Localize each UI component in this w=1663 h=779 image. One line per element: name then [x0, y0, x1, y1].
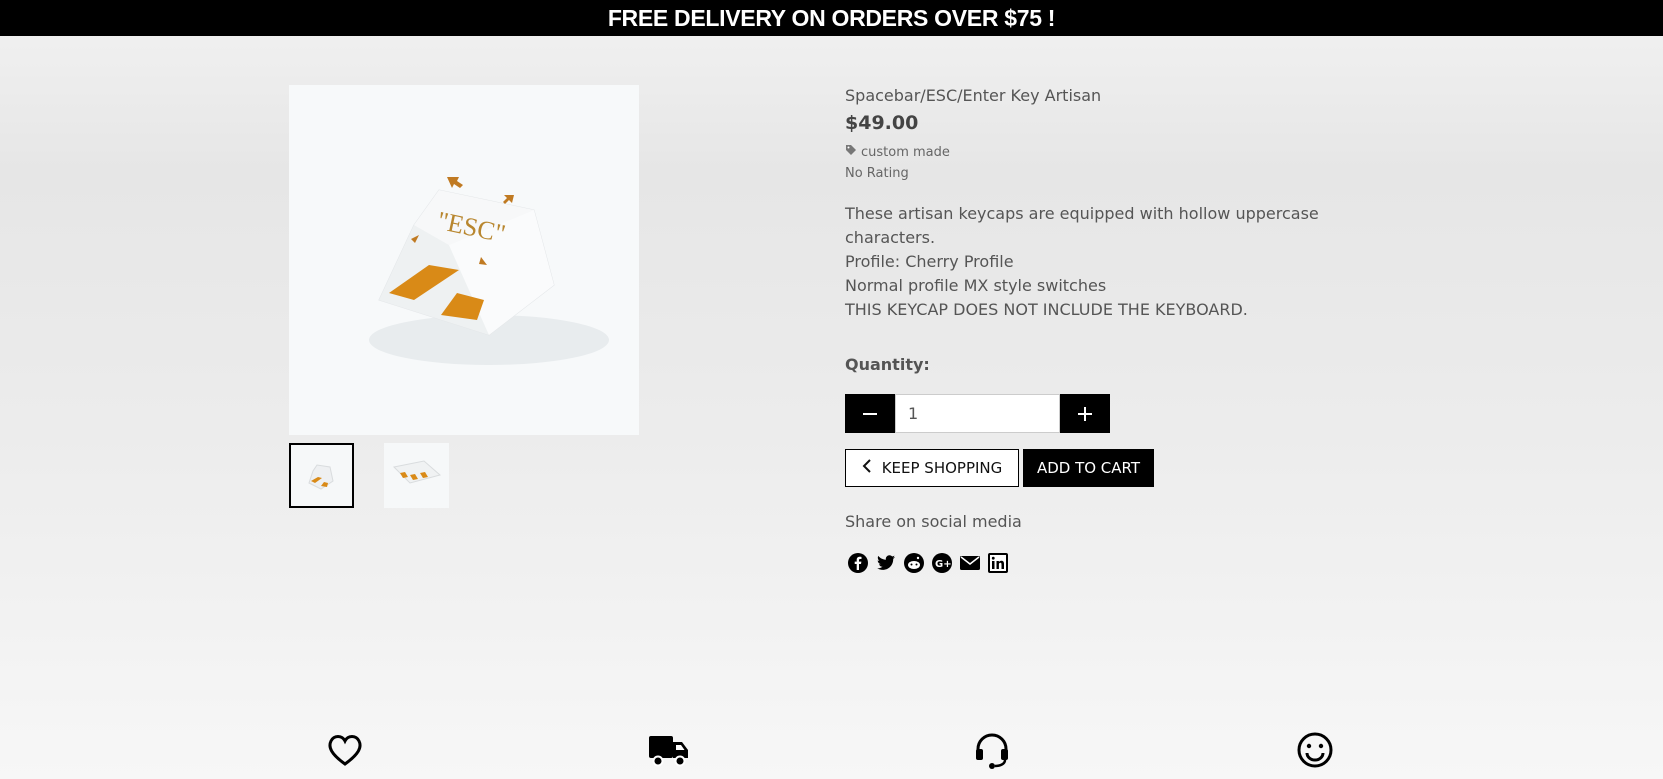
tag-icon	[845, 144, 857, 160]
share-label: Share on social media	[845, 512, 1022, 531]
google-plus-icon[interactable]: G+	[931, 552, 953, 574]
chevron-left-icon	[862, 459, 872, 477]
description-line: characters.	[845, 228, 936, 247]
product-title: Spacebar/ESC/Enter Key Artisan	[845, 86, 1102, 105]
svg-text:G+: G+	[935, 559, 952, 570]
smiley-icon	[1295, 730, 1335, 770]
product-price: $49.00	[845, 112, 919, 134]
product-thumbnail-2[interactable]	[384, 443, 449, 508]
plus-icon	[1078, 406, 1092, 421]
twitter-icon[interactable]	[875, 552, 897, 574]
social-share-icons: G+	[847, 552, 1009, 574]
description-line: THIS KEYCAP DOES NOT INCLUDE THE KEYBOAR…	[845, 300, 1248, 319]
quantity-decrease-button[interactable]	[845, 394, 895, 433]
add-to-cart-button[interactable]: ADD TO CART	[1023, 449, 1154, 487]
facebook-icon[interactable]	[847, 552, 869, 574]
linkedin-icon[interactable]	[987, 552, 1009, 574]
description-line: These artisan keycaps are equipped with …	[845, 204, 1319, 223]
product-description: These artisan keycaps are equipped with …	[845, 202, 1345, 322]
reddit-icon[interactable]	[903, 552, 925, 574]
product-tag[interactable]: custom made	[845, 144, 950, 160]
product-thumbnail-1[interactable]	[289, 443, 354, 508]
description-line: Normal profile MX style switches	[845, 276, 1107, 295]
quantity-label: Quantity:	[845, 355, 930, 374]
product-main-image: "ESC"	[289, 85, 639, 435]
free-delivery-banner: FREE DELIVERY ON ORDERS OVER $75 !	[0, 0, 1663, 36]
description-line: Profile: Cherry Profile	[845, 252, 1014, 271]
keep-shopping-label: KEEP SHOPPING	[881, 459, 1003, 477]
product-rating: No Rating	[845, 166, 909, 181]
quantity-increase-button[interactable]	[1060, 394, 1110, 433]
minus-icon	[863, 412, 877, 415]
quantity-input[interactable]	[895, 394, 1060, 433]
headset-icon	[972, 730, 1012, 770]
email-icon[interactable]	[959, 552, 981, 574]
truck-icon	[647, 730, 688, 770]
heart-icon	[325, 730, 365, 770]
product-tag-label: custom made	[861, 144, 950, 160]
keep-shopping-button[interactable]: KEEP SHOPPING	[845, 449, 1019, 487]
